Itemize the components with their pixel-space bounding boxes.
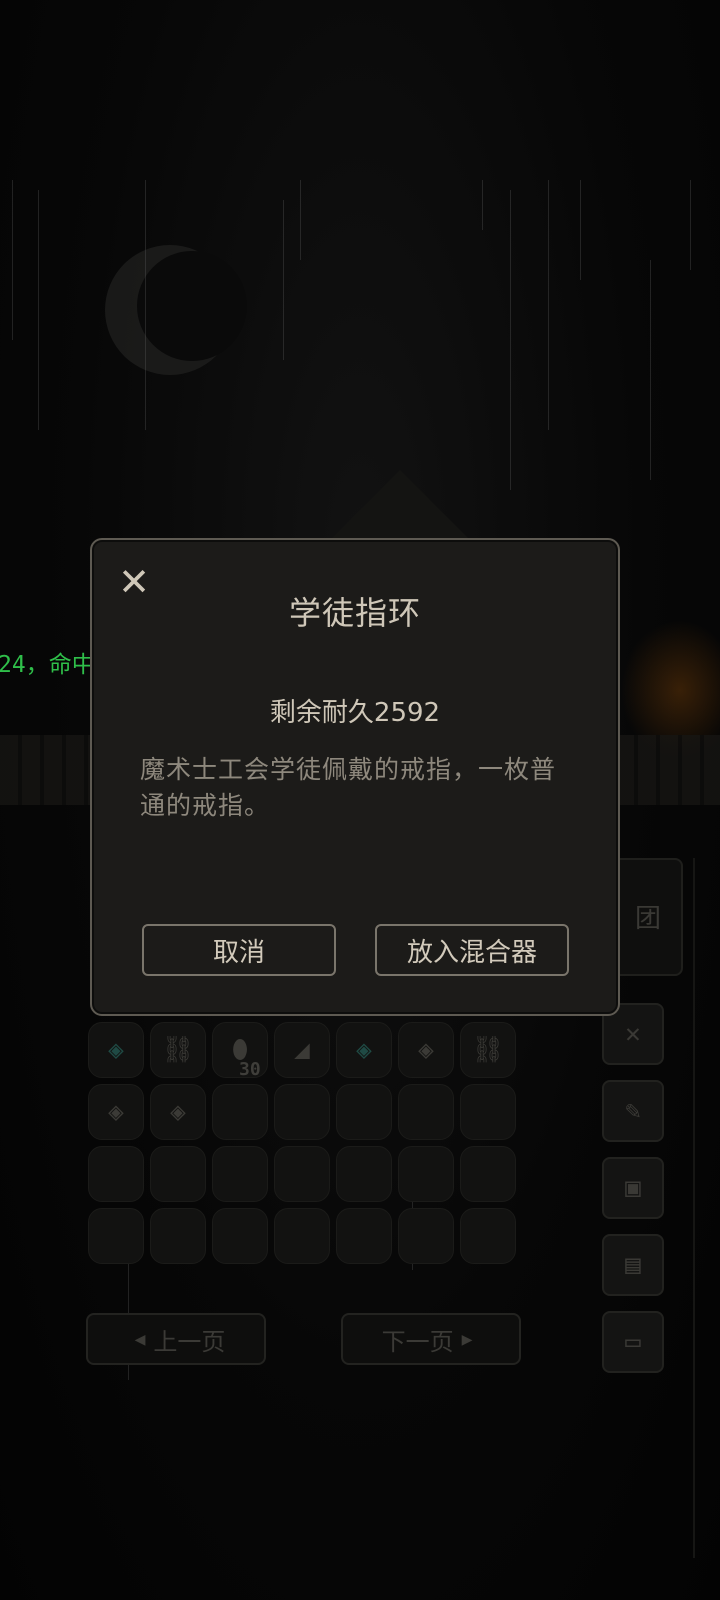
inventory-slot[interactable] <box>398 1146 454 1202</box>
rain-streak <box>650 260 651 480</box>
inventory-slot[interactable] <box>460 1146 516 1202</box>
side-rail <box>693 858 695 1558</box>
prev-page-button[interactable]: ◀ 上一页 <box>86 1313 266 1365</box>
ring-icon: ◈ <box>418 1035 434 1065</box>
inventory-slot[interactable] <box>460 1084 516 1140</box>
item-detail-dialog: ✕ 学徒指环 剩余耐久2592 魔术士工会学徒佩戴的戒指，一枚普通的戒指。 取消… <box>90 538 620 1016</box>
rain-streak <box>145 180 146 430</box>
inventory-slot[interactable] <box>150 1146 206 1202</box>
group-tab-icon: 团 <box>635 904 662 934</box>
prev-page-label: 上一页 <box>153 1327 226 1356</box>
inventory-slot[interactable] <box>212 1146 268 1202</box>
inventory-slot[interactable]: ◈ <box>88 1022 144 1078</box>
map-icon: ▣ <box>625 1173 641 1203</box>
rain-streak <box>482 180 483 230</box>
inventory-slot[interactable]: ⛓ <box>460 1022 516 1078</box>
rain-streak <box>300 180 301 260</box>
inventory-slot[interactable]: ◢ <box>274 1022 330 1078</box>
item-description: 魔术士工会学徒佩戴的戒指，一枚普通的戒指。 <box>140 755 557 820</box>
inventory-slot[interactable] <box>336 1208 392 1264</box>
inventory-slot[interactable]: ⬮ 30 <box>212 1022 268 1080</box>
next-page-button[interactable]: 下一页 ▶ <box>341 1313 521 1365</box>
inventory-slot[interactable] <box>398 1208 454 1264</box>
rain-streak <box>38 190 39 430</box>
inventory-slot[interactable] <box>336 1146 392 1202</box>
inventory-slot[interactable]: ◈ <box>88 1084 144 1140</box>
item-durability: 剩余耐久2592 <box>269 698 441 728</box>
rain-streak <box>580 180 581 280</box>
inventory-slot[interactable] <box>336 1084 392 1140</box>
side-menu-button[interactable]: ▭ <box>602 1311 664 1373</box>
chain-icon: ⛓ <box>161 1035 195 1065</box>
inventory-slot[interactable] <box>274 1208 330 1264</box>
add-to-mixer-button[interactable]: 放入混合器 <box>375 924 569 976</box>
inventory-slot[interactable] <box>274 1084 330 1140</box>
computer-icon: ▭ <box>625 1327 641 1357</box>
rain-streak <box>548 180 549 430</box>
rain-streak <box>510 190 511 490</box>
inventory-slot[interactable] <box>274 1146 330 1202</box>
inventory-slot[interactable]: ⛓ <box>150 1022 206 1078</box>
game-screen: ◈⛓⬮30◢◈◈⛓◈◈ ◀ 上一页 下一页 ▶ 团 ✕✎▣▤▭ 24，命中165… <box>0 0 720 1600</box>
ring-icon: ◈ <box>170 1097 186 1127</box>
inventory-slot[interactable] <box>88 1146 144 1202</box>
inventory-slot[interactable]: ◈ <box>336 1022 392 1078</box>
rain-streak <box>690 180 691 270</box>
slot-count: 30 <box>239 1059 261 1080</box>
ring-icon: ◈ <box>108 1097 124 1127</box>
rain-streak <box>12 180 13 340</box>
document-icon: ▤ <box>625 1250 641 1280</box>
side-menu-button[interactable]: ▣ <box>602 1157 664 1219</box>
item-title: 学徒指环 <box>288 594 421 632</box>
inventory-slot[interactable] <box>150 1208 206 1264</box>
next-page-label: 下一页 <box>381 1327 454 1356</box>
swords-icon: ✕ <box>625 1019 641 1049</box>
moon-decoration <box>105 245 247 375</box>
blade-icon: ◢ <box>294 1035 310 1065</box>
cancel-button[interactable]: 取消 <box>142 924 336 976</box>
rain-streak <box>283 200 284 360</box>
inventory-slot[interactable]: ◈ <box>150 1084 206 1140</box>
roof-decoration <box>330 470 470 540</box>
inventory-slot[interactable] <box>398 1084 454 1140</box>
left-arrow-icon: ◀ <box>134 1328 146 1350</box>
ring-icon: ◈ <box>356 1035 372 1065</box>
inventory-slot[interactable]: ◈ <box>398 1022 454 1078</box>
inventory-slot[interactable] <box>212 1208 268 1264</box>
side-menu-button[interactable]: ▤ <box>602 1234 664 1296</box>
chain-icon: ⛓ <box>471 1035 505 1065</box>
inventory-slot[interactable] <box>88 1208 144 1264</box>
scroll-icon: ✎ <box>625 1096 641 1126</box>
inventory-slot[interactable] <box>212 1084 268 1140</box>
inventory-slot[interactable] <box>460 1208 516 1264</box>
ring-icon: ◈ <box>108 1035 124 1065</box>
right-arrow-icon: ▶ <box>461 1328 473 1350</box>
side-menu-button[interactable]: ✎ <box>602 1080 664 1142</box>
